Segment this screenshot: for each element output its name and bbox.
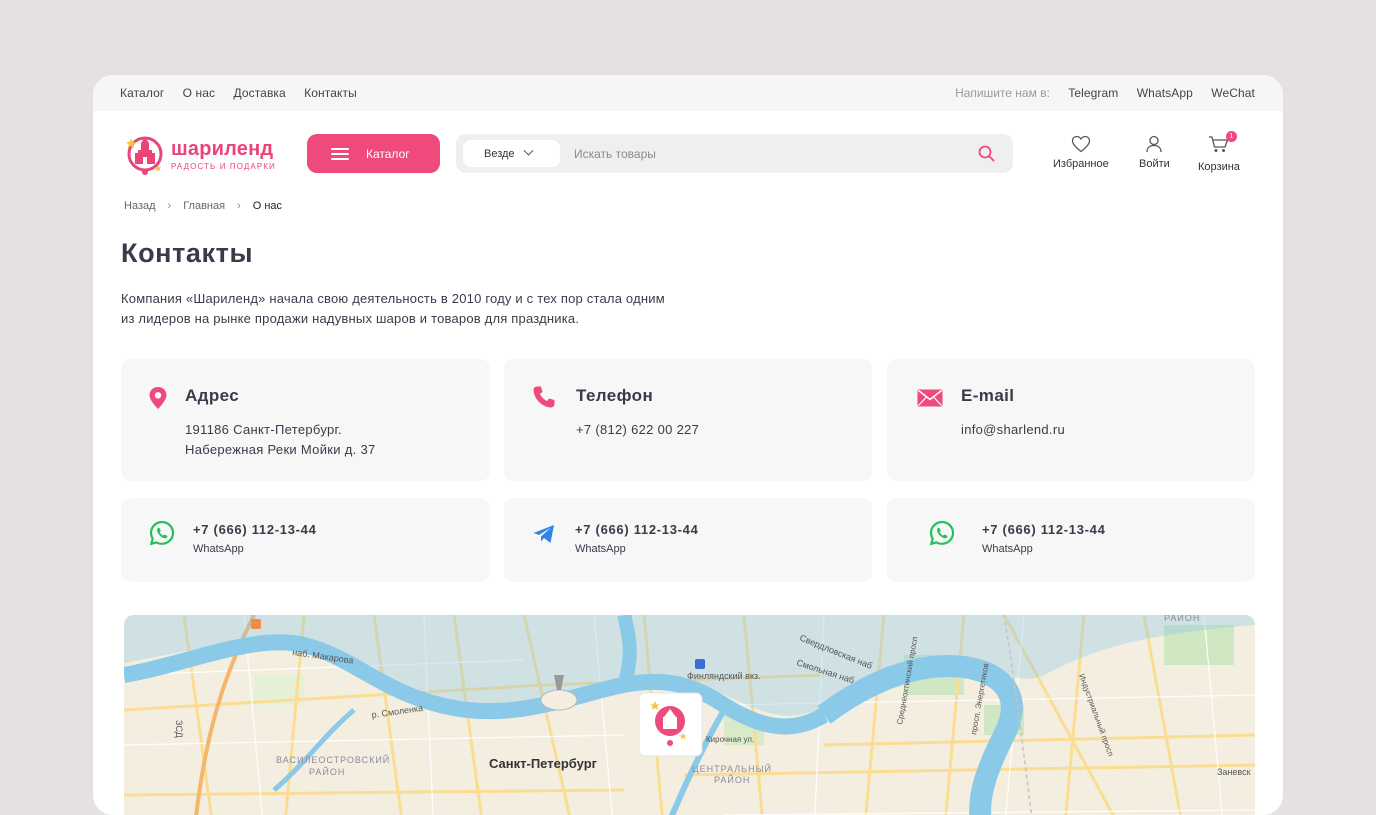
heart-icon (1071, 135, 1091, 153)
fortress-island (540, 689, 578, 711)
messenger-card-2[interactable]: +7 (666) 112-13-44 WhatsApp (504, 498, 872, 582)
logo[interactable]: шариленд РАДОСТЬ И ПОДАРКИ (125, 133, 281, 177)
messenger-name-2: WhatsApp (575, 543, 626, 555)
breadcrumb-back[interactable]: Назад (124, 200, 156, 212)
map-label-district: РАЙОН (309, 766, 345, 777)
map-canvas[interactable]: ВАСИЛЕОСТРОВСКИЙ РАЙОН Санкт-Петербург Ц… (124, 615, 1255, 815)
cart-button[interactable]: 1 Корзина (1198, 131, 1240, 173)
email-title: E-mail (961, 386, 1015, 405)
phone-card: Телефон +7 (812) 622 00 227 (504, 359, 872, 481)
write-us-label: Напишите нам в: (955, 86, 1050, 100)
site-header: шариленд РАДОСТЬ И ПОДАРКИ Каталог Везде (93, 111, 1283, 195)
top-nav-contacts[interactable]: Контакты (304, 86, 357, 100)
chevron-right-icon: › (237, 200, 241, 212)
browser-window: Каталог О нас Доставка Контакты Напишите… (93, 75, 1283, 815)
address-text: 191186 Санкт-Петербург. Набережная Реки … (185, 420, 376, 460)
map-label-raion-top: РАЙОН (1164, 615, 1200, 623)
map-label-vasileostrovsky: ВАСИЛЕОСТРОВСКИЙ (276, 754, 390, 765)
whatsapp-link[interactable]: WhatsApp (1137, 86, 1193, 100)
intro-line-1: Компания «Шариленд» начала свою деятельн… (121, 291, 665, 306)
cart-label: Корзина (1198, 161, 1240, 173)
email-value[interactable]: info@sharlend.ru (961, 420, 1065, 440)
address-line-2: Набережная Реки Мойки д. 37 (185, 442, 376, 457)
top-bar: Каталог О нас Доставка Контакты Напишите… (93, 75, 1283, 111)
map-label-zsd: ЗСД (174, 720, 184, 738)
top-nav: Каталог О нас Доставка Контакты (120, 86, 372, 100)
breadcrumb-home[interactable]: Главная (183, 200, 225, 212)
map-label-kirochnaya: Кирочная ул. (706, 735, 754, 744)
map-pin-icon (149, 387, 167, 409)
chevron-down-icon (523, 145, 534, 156)
castle-balloon-icon (126, 136, 163, 175)
logo-text: шариленд РАДОСТЬ И ПОДАРКИ (171, 139, 276, 171)
messenger-phone-3: +7 (666) 112-13-44 (982, 522, 1106, 537)
phone-value[interactable]: +7 (812) 622 00 227 (576, 420, 699, 440)
cart-count-badge: 1 (1225, 131, 1237, 142)
whatsapp-icon (149, 520, 175, 546)
map-label-central-district: РАЙОН (714, 774, 750, 785)
map-label-finland-station: Финляндский вкз. (687, 671, 761, 681)
chevron-right-icon: › (167, 200, 172, 212)
store-map-marker[interactable] (638, 692, 703, 757)
intro-line-2: из лидеров на рынке продажи надувных шар… (121, 311, 580, 326)
catalog-button[interactable]: Каталог (307, 134, 440, 173)
messenger-name-3: WhatsApp (982, 543, 1033, 555)
whatsapp-icon (929, 520, 955, 546)
favorites-label: Избранное (1053, 158, 1109, 170)
menu-icon (331, 147, 349, 160)
telegram-link[interactable]: Telegram (1068, 86, 1118, 100)
address-title: Адрес (185, 386, 240, 405)
messenger-phone-2: +7 (666) 112-13-44 (575, 522, 699, 537)
catalog-button-label: Каталог (366, 146, 410, 161)
phone-icon (533, 386, 555, 408)
phone-title: Телефон (576, 386, 654, 405)
metro-icon (695, 659, 705, 669)
search-bar: Везде (456, 134, 1013, 173)
search-scope-value: Везде (484, 147, 515, 160)
search-scope-select[interactable]: Везде (463, 140, 560, 167)
search-input[interactable] (574, 142, 954, 165)
messenger-name-1: WhatsApp (193, 543, 244, 555)
cart-icon-wrap: 1 (1208, 131, 1237, 161)
email-card: E-mail info@sharlend.ru (887, 359, 1255, 481)
address-card: Адрес 191186 Санкт-Петербург. Набережная… (121, 359, 490, 481)
wechat-link[interactable]: WeChat (1211, 86, 1255, 100)
write-us: Напишите нам в: Telegram WhatsApp WeChat (955, 86, 1255, 100)
breadcrumb: Назад › Главная › О нас (124, 200, 282, 212)
messenger-phone-1: +7 (666) 112-13-44 (193, 522, 317, 537)
page-title: Контакты (121, 238, 254, 268)
search-icon[interactable] (978, 145, 995, 162)
map[interactable]: ВАСИЛЕОСТРОВСКИЙ РАЙОН Санкт-Петербург Ц… (124, 615, 1255, 815)
messenger-card-1[interactable]: +7 (666) 112-13-44 WhatsApp (121, 498, 490, 582)
top-nav-delivery[interactable]: Доставка (233, 86, 285, 100)
login-button[interactable]: Войти (1139, 135, 1170, 170)
top-nav-about[interactable]: О нас (183, 86, 215, 100)
top-nav-catalog[interactable]: Каталог (120, 86, 164, 100)
user-icon (1146, 135, 1163, 153)
envelope-icon (917, 389, 943, 407)
map-label-central: ЦЕНТРАЛЬНЫЙ (692, 763, 772, 774)
favorites-button[interactable]: Избранное (1053, 135, 1109, 170)
river-branch (617, 615, 637, 688)
map-label-zanevsky: Заневск (1217, 767, 1251, 777)
logo-tagline: РАДОСТЬ И ПОДАРКИ (171, 162, 276, 171)
login-label: Войти (1139, 158, 1170, 170)
messenger-card-3[interactable]: +7 (666) 112-13-44 WhatsApp (887, 498, 1255, 582)
page-intro: Компания «Шариленд» начала свою деятельн… (121, 289, 761, 329)
telegram-icon (533, 525, 554, 543)
map-label-city: Санкт-Петербург (489, 756, 598, 771)
breadcrumb-current: О нас (252, 200, 283, 212)
fuel-icon (251, 619, 261, 629)
logo-name: шариленд (171, 138, 274, 160)
address-line-1: 191186 Санкт-Петербург. (185, 422, 342, 437)
